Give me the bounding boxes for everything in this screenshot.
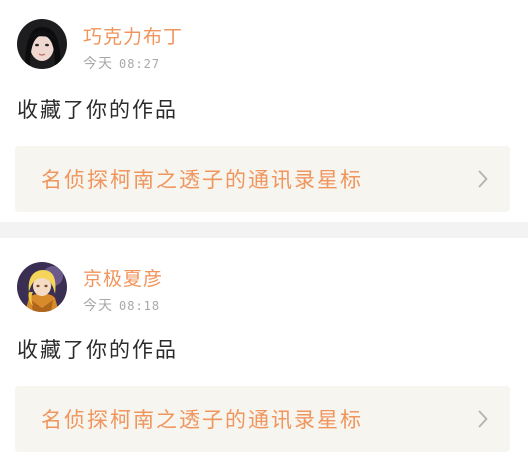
timestamp: 今天 08:18 bbox=[83, 295, 160, 315]
avatar[interactable] bbox=[17, 262, 67, 312]
avatar[interactable] bbox=[17, 19, 67, 69]
timestamp: 今天 08:27 bbox=[83, 53, 160, 73]
chevron-right-icon bbox=[478, 410, 488, 432]
work-link[interactable]: 名侦探柯南之透子的通讯录星标 bbox=[15, 386, 510, 452]
action-text: 收藏了你的作品 bbox=[17, 98, 178, 122]
work-title: 名侦探柯南之透子的通讯录星标 bbox=[41, 168, 363, 192]
timestamp-day: 今天 bbox=[83, 298, 113, 314]
username[interactable]: 京极夏彦 bbox=[83, 264, 163, 291]
notification-header: 京极夏彦 今天 08:18 bbox=[15, 238, 510, 320]
action-text: 收藏了你的作品 bbox=[17, 338, 178, 362]
notification-feed: 巧克力布丁 今天 08:27 收藏了你的作品 名侦探柯南之透子的通讯录星标 京极… bbox=[0, 0, 528, 452]
timestamp-time: 08:27 bbox=[119, 57, 161, 71]
notification-item: 巧克力布丁 今天 08:27 收藏了你的作品 名侦探柯南之透子的通讯录星标 bbox=[0, 0, 528, 222]
notification-header: 巧克力布丁 今天 08:27 bbox=[15, 0, 510, 82]
chevron-right-icon bbox=[478, 170, 488, 192]
timestamp-day: 今天 bbox=[83, 56, 113, 72]
notification-item: 京极夏彦 今天 08:18 收藏了你的作品 名侦探柯南之透子的通讯录星标 bbox=[0, 238, 528, 452]
work-link[interactable]: 名侦探柯南之透子的通讯录星标 bbox=[15, 146, 510, 212]
username[interactable]: 巧克力布丁 bbox=[83, 22, 183, 49]
work-title: 名侦探柯南之透子的通讯录星标 bbox=[41, 408, 363, 432]
timestamp-time: 08:18 bbox=[119, 299, 161, 313]
